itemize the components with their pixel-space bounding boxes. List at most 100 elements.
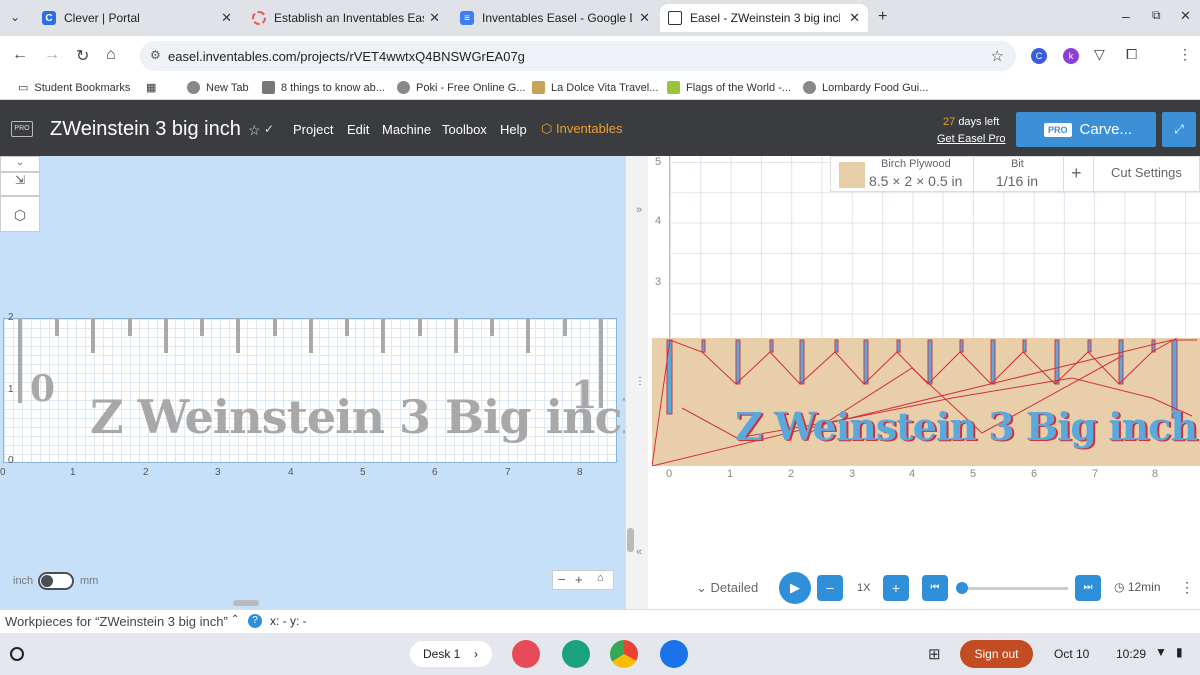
favorite-star-icon[interactable]: ☆ [248,122,261,139]
shield-icon[interactable]: ▽ [1094,46,1105,63]
bookmark-8-things[interactable]: 8 things to know ab... [262,81,385,94]
expand-right-icon[interactable]: » [636,204,642,216]
add-bit-button[interactable]: + [1071,163,1082,184]
scrollbar-thumb[interactable] [627,528,634,552]
tab-establish[interactable]: Establish an Inventables Easel ✕ [244,4,448,32]
home-view-icon[interactable]: ⌂ [597,572,604,584]
import-icon[interactable]: ⇲ [0,172,40,196]
app-paint-icon[interactable] [512,640,540,668]
battery-icon[interactable]: ▮ [1176,645,1183,659]
app-classroom-icon[interactable] [562,640,590,668]
cut-settings-button[interactable]: Cut Settings [1111,165,1182,180]
zoom-out-button[interactable]: − [558,572,566,587]
speed-up-button[interactable]: + [883,575,909,601]
minimize-icon[interactable]: – [1122,8,1130,24]
play-button[interactable]: ▶ [779,572,811,604]
restore-icon[interactable]: ⧉ [1152,8,1161,23]
bookmark-label: Lombardy Food Gui... [822,81,929,94]
design-text[interactable]: Z Weinstein 3 Big inch [90,390,655,444]
bookmark-lombardy[interactable]: Lombardy Food Gui... [803,81,928,94]
desk-switcher[interactable]: Desk 1 › [410,641,492,667]
carve-button[interactable]: PRO Carve... [1016,112,1156,147]
reload-icon[interactable]: ↻ [76,46,89,66]
tab-google-doc[interactable]: ≡ Inventables Easel - Google Doc ✕ [452,4,658,32]
rewind-button[interactable]: ⏮ [922,575,948,601]
material-name[interactable]: Birch Plywood [881,158,951,170]
date-label[interactable]: Oct 10 [1054,647,1089,661]
inventables-link[interactable]: ⬡ Inventables [541,121,622,137]
help-icon[interactable]: ? [248,614,262,628]
bookmark-flags[interactable]: Flags of the World -... [667,81,791,94]
workpieces-label[interactable]: Workpieces for “ZWeinstein 3 big inch” [5,614,228,629]
url-input[interactable]: ⚙ easel.inventables.com/projects/rVET4ww… [140,41,1016,71]
days-left-label: days left [958,116,1000,128]
apps-icon[interactable]: ▦ [146,81,156,94]
progress-handle[interactable] [956,582,968,594]
menu-help[interactable]: Help [500,122,527,137]
google-docs-icon: ≡ [460,11,474,25]
globe-icon [803,81,816,94]
x-tick-label: 3 [215,467,221,478]
bookmark-label: 8 things to know ab... [281,81,385,94]
chrome-icon[interactable] [610,640,638,668]
time-label[interactable]: 10:29 [1116,647,1146,661]
y-tick-label: 5 [655,156,662,168]
material-size[interactable]: 8.5 × 2 × 0.5 in [869,173,962,189]
clipboard-icon[interactable]: ⊞ [928,645,941,663]
close-tab-icon[interactable]: ✕ [429,10,440,26]
ruler-zero-label[interactable]: 0 [30,368,55,410]
zoom-in-button[interactable]: + [575,572,583,587]
more-options-icon[interactable]: ⋮ [1180,579,1194,596]
drawer-handle[interactable] [233,600,259,606]
easel-icon [668,11,682,25]
skip-end-button[interactable]: ⏭ [1075,575,1101,601]
tab-easel[interactable]: Easel - ZWeinstein 3 big inch ✕ [660,4,868,32]
site-info-icon[interactable]: ⚙ [150,48,161,62]
close-tab-icon[interactable]: ✕ [221,10,232,26]
get-easel-pro-link[interactable]: Get Easel Pro [937,133,1005,145]
menu-edit[interactable]: Edit [347,122,369,137]
progress-track[interactable] [960,587,1068,590]
tab-clever[interactable]: C Clever | Portal ✕ [34,4,240,32]
trial-status: 27 days left [943,116,999,128]
extension-c-icon[interactable]: C [1031,48,1047,64]
menu-project[interactable]: Project [293,122,333,137]
bookmark-poki[interactable]: Poki - Free Online G... [397,81,525,94]
close-tab-icon[interactable]: ✕ [849,10,860,26]
chevron-down-icon[interactable]: ✓ [264,122,274,136]
launcher-icon[interactable] [10,647,24,661]
back-icon[interactable]: ← [12,46,28,64]
app-camera-icon[interactable] [660,640,688,668]
chevron-up-icon[interactable]: ⌃ [231,614,239,625]
chevron-down-icon: ⌄ [696,580,707,595]
extension-k-icon[interactable]: k [1063,48,1079,64]
tab-search-chevron-icon[interactable]: ⌄ [10,10,20,24]
material-swatch[interactable] [839,162,865,188]
project-title[interactable]: ZWeinstein 3 big inch [50,118,241,141]
menu-kebab-icon[interactable]: ⋮ [1178,46,1192,63]
close-window-icon[interactable]: ✕ [1180,8,1191,24]
speed-down-button[interactable]: − [817,575,843,601]
bookmark-la-dolce-vita[interactable]: La Dolce Vita Travel... [532,81,658,94]
forward-icon[interactable]: → [44,46,60,64]
wifi-icon[interactable]: ▼ [1155,645,1167,659]
expand-left-icon[interactable]: « [636,546,642,558]
new-tab-button[interactable]: + [878,8,887,26]
3d-cube-icon[interactable]: ⬡ [0,196,40,232]
menu-machine[interactable]: Machine [382,122,431,137]
bookmark-star-icon[interactable]: ☆ [991,47,1004,65]
bit-size[interactable]: 1/16 in [996,173,1038,189]
bookmark-student[interactable]: ▭ Student Bookmarks [18,81,130,95]
extensions-puzzle-icon[interactable]: ⧠ [1126,46,1137,63]
bookmark-new-tab[interactable]: New Tab [187,81,249,94]
collapse-toolbar-icon[interactable]: ⌄ [0,156,40,172]
menu-toolbox[interactable]: Toolbox [442,122,487,137]
carve-label: Carve... [1079,121,1133,138]
expand-icon[interactable]: ⤢ [1162,112,1196,147]
split-divider[interactable]: ⋮ » « [625,156,648,609]
close-tab-icon[interactable]: ✕ [639,10,650,26]
sign-out-button[interactable]: Sign out [960,640,1033,668]
detailed-toggle[interactable]: ⌄ Detailed [696,580,758,596]
unit-toggle[interactable] [38,572,74,590]
home-icon[interactable]: ⌂ [106,46,116,64]
